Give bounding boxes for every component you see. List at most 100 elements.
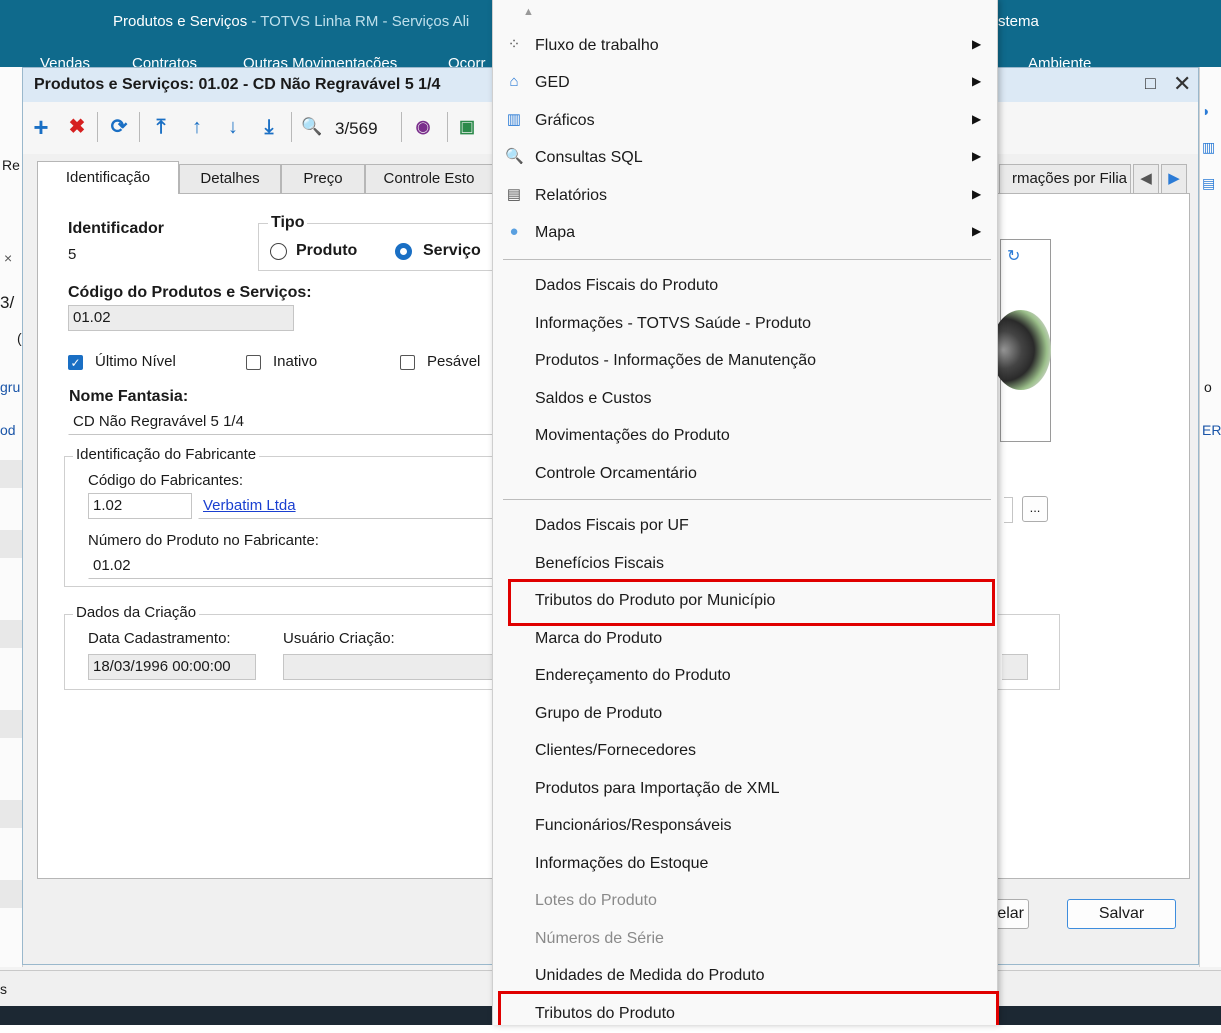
menu-item-dados-fiscais-por-uf[interactable]: Dados Fiscais por UF	[493, 508, 997, 545]
menu-item-label: Gráficos	[535, 112, 595, 129]
previous-record-icon[interactable]: ↑	[185, 116, 209, 138]
menu-item-clientes-fornecedores[interactable]: Clientes/Fornecedores	[493, 733, 997, 770]
submenu-arrow-icon: ▶	[972, 187, 982, 201]
menu-ocorr[interactable]: Ocorr	[448, 55, 486, 67]
menu-contratos[interactable]: Contratos	[132, 55, 197, 67]
menu-item-relatorios[interactable]: ▤ Relatórios ▶	[493, 178, 997, 215]
menu-item-marca-do-produto[interactable]: Marca do Produto	[493, 621, 997, 658]
menu-item-grupo-de-produto[interactable]: Grupo de Produto	[493, 696, 997, 733]
process-icon[interactable]: ▣	[455, 116, 479, 138]
left-peek-close[interactable]: ×	[4, 250, 22, 266]
codigo-field[interactable]: 01.02	[68, 305, 294, 331]
fabricante-link[interactable]: Verbatim Ltda	[198, 493, 498, 519]
save-button[interactable]: Salvar	[1067, 899, 1176, 929]
menu-item-label: Endereçamento do Produto	[535, 667, 731, 684]
submenu-arrow-icon: ▶	[972, 224, 982, 238]
menu-vendas[interactable]: Vendas	[40, 55, 90, 67]
tab-detalhes[interactable]: Detalhes	[179, 164, 281, 193]
tab-preco[interactable]: Preço	[281, 164, 365, 193]
tab-scroll-right-icon[interactable]: ▶	[1161, 164, 1187, 193]
delete-icon[interactable]: ✖	[65, 116, 89, 138]
menu-item-mapa[interactable]: ● Mapa ▶	[493, 215, 997, 252]
app-title-main: Produtos e Serviços	[113, 13, 248, 30]
submenu-arrow-icon: ▶	[972, 37, 982, 51]
add-icon[interactable]: +	[29, 114, 53, 140]
usuario-criacao-field[interactable]	[283, 654, 503, 680]
inativo-checkbox[interactable]	[246, 355, 261, 370]
menu-scroll-up[interactable]: ▲	[493, 0, 997, 28]
pesavel-label: Pesável	[427, 353, 481, 370]
left-peek-value: 3/	[0, 293, 15, 312]
highlight-box-tributos-municipio	[508, 579, 995, 626]
app-title-right: stema	[998, 13, 1039, 30]
toolbar-separator	[447, 112, 448, 142]
nome-fantasia-field[interactable]: CD Não Regravável 5 1/4	[68, 409, 508, 435]
tab-informacoes-por-filial[interactable]: rmações por Filia	[999, 164, 1131, 193]
ultimo-nivel-checkbox[interactable]: ✓	[68, 355, 83, 370]
pesavel-checkbox[interactable]	[400, 355, 415, 370]
submenu-arrow-icon: ▶	[972, 112, 982, 126]
map-pin-icon: ●	[509, 223, 519, 240]
status-left-text: s	[0, 981, 7, 997]
maximize-icon[interactable]: □	[1145, 73, 1156, 94]
menu-item-numeros-de-serie: Números de Série	[493, 921, 997, 958]
close-icon[interactable]: ✕	[1173, 71, 1191, 97]
scroll-up-icon[interactable]: ▲	[523, 6, 534, 18]
first-record-icon[interactable]: ⤒	[149, 116, 173, 138]
menu-item-beneficios-fiscais[interactable]: Benefícios Fiscais	[493, 546, 997, 583]
left-background-list: Re × 3/ ( gru od	[0, 67, 23, 967]
menu-item-unidades-de-medida[interactable]: Unidades de Medida do Produto	[493, 958, 997, 995]
codigo-fabricantes-field[interactable]: 1.02	[88, 493, 192, 519]
menu-item-consultas-sql[interactable]: 🔍 Consultas SQL ▶	[493, 140, 997, 177]
menu-item-informacoes-do-estoque[interactable]: Informações do Estoque	[493, 846, 997, 883]
menu-item-label: Grupo de Produto	[535, 705, 663, 722]
tab-identificacao[interactable]: Identificação	[37, 161, 179, 194]
menu-item-fluxo-de-trabalho[interactable]: ⁘ Fluxo de trabalho ▶	[493, 28, 997, 65]
tipo-servico-radio[interactable]	[395, 243, 412, 260]
menu-item-label: Números de Série	[535, 930, 664, 947]
product-image-panel[interactable]: ↻	[991, 239, 1051, 442]
menu-item-dados-fiscais-do-produto[interactable]: Dados Fiscais do Produto	[493, 268, 997, 305]
chart-icon[interactable]: ▥	[1202, 139, 1215, 156]
next-record-icon[interactable]: ↓	[221, 116, 245, 138]
refresh-icon[interactable]: ⟳	[107, 116, 131, 138]
toolbar-separator	[139, 112, 140, 142]
menu-item-graficos[interactable]: ▥ Gráficos ▶	[493, 103, 997, 140]
menu-item-label: Lotes do Produto	[535, 892, 657, 909]
ged-icon: ⌂	[509, 73, 519, 90]
right-side-icon[interactable]: ◗	[1202, 103, 1210, 119]
menu-item-ged[interactable]: ⌂ GED ▶	[493, 65, 997, 102]
menu-item-informacoes-totvs-saude[interactable]: Informações - TOTVS Saúde - Produto	[493, 306, 997, 343]
numero-produto-field[interactable]: 01.02	[88, 553, 498, 579]
search-icon[interactable]: 🔍	[300, 116, 324, 138]
data-cadastramento-field[interactable]: 18/03/1996 00:00:00	[88, 654, 256, 680]
list-stripe	[0, 530, 22, 558]
left-peek-link1[interactable]: gru	[0, 379, 22, 395]
left-peek-link2[interactable]: od	[0, 422, 22, 438]
rotate-image-icon[interactable]: ↻	[1007, 246, 1020, 266]
menu-item-enderecamento-do-produto[interactable]: Endereçamento do Produto	[493, 658, 997, 695]
menu-item-label: Informações - TOTVS Saúde - Produto	[535, 315, 811, 332]
menu-ambiente[interactable]: Ambiente	[1028, 55, 1091, 67]
tab-scroll-left-icon[interactable]: ◀	[1133, 164, 1159, 193]
menu-separator	[503, 499, 991, 500]
lookup-button[interactable]: ...	[1022, 496, 1048, 522]
menu-item-controle-orcamentario[interactable]: Controle Orcamentário	[493, 456, 997, 493]
sql-query-icon[interactable]: ◉	[411, 116, 435, 138]
menu-item-movimentacoes-do-produto[interactable]: Movimentações do Produto	[493, 418, 997, 455]
toolbar-separator	[291, 112, 292, 142]
last-record-icon[interactable]: ⤓	[257, 116, 281, 138]
menu-item-funcionarios-responsaveis[interactable]: Funcionários/Responsáveis	[493, 808, 997, 845]
menu-item-informacoes-de-manutencao[interactable]: Produtos - Informações de Manutenção	[493, 343, 997, 380]
menu-item-label: Informações do Estoque	[535, 855, 709, 872]
report-icon[interactable]: ▤	[1202, 175, 1215, 192]
menu-item-produtos-importacao-xml[interactable]: Produtos para Importação de XML	[493, 771, 997, 808]
tab-controle-estoque[interactable]: Controle Esto	[365, 164, 493, 193]
menu-item-saldos-e-custos[interactable]: Saldos e Custos	[493, 381, 997, 418]
menu-item-label: Clientes/Fornecedores	[535, 742, 696, 759]
menu-item-label: Mapa	[535, 224, 576, 241]
tipo-produto-radio[interactable]	[270, 243, 287, 260]
list-stripe	[0, 620, 22, 648]
highlight-box-tributos-produto	[498, 991, 999, 1025]
menu-outras-movimentacoes[interactable]: Outras Movimentações	[243, 55, 397, 67]
